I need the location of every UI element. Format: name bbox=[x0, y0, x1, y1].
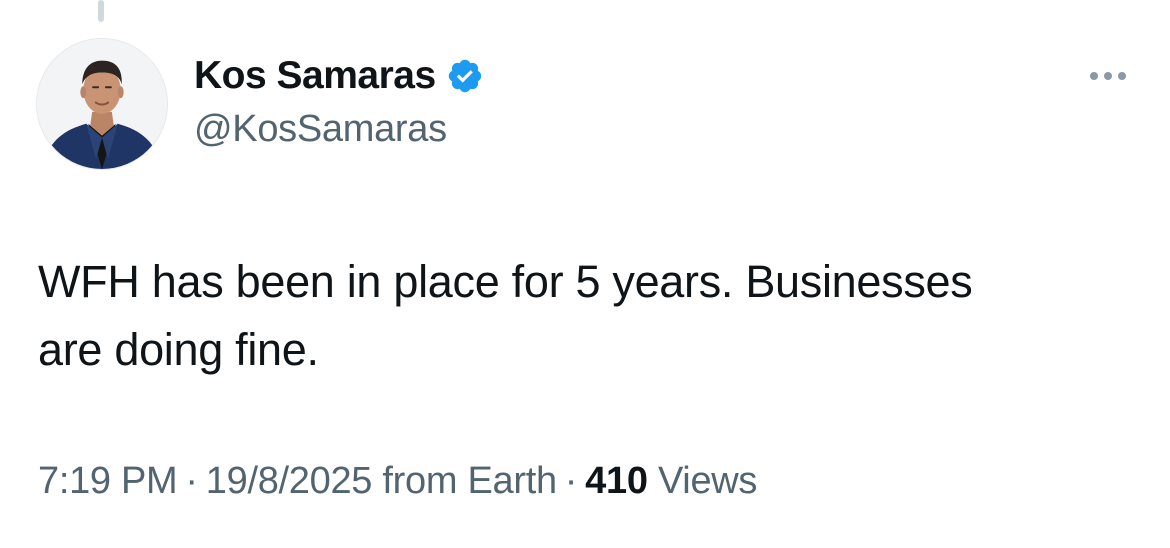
tweet-text-line-2: are doing fine. bbox=[38, 324, 319, 375]
tweet-date[interactable]: 19/8/2025 bbox=[206, 460, 373, 502]
more-options-icon-dot-2 bbox=[1104, 72, 1112, 80]
verified-badge-icon[interactable] bbox=[446, 57, 484, 95]
tweet-source: from Earth bbox=[382, 460, 557, 502]
author-handle[interactable]: @KosSamaras bbox=[194, 108, 447, 151]
avatar[interactable] bbox=[36, 38, 168, 170]
views-label[interactable]: Views bbox=[658, 460, 757, 502]
author-name-row: Kos Samaras bbox=[194, 52, 484, 100]
tweet-text-line-1: WFH has been in place for 5 years. Busin… bbox=[38, 256, 973, 307]
more-options-icon-dot-3 bbox=[1118, 72, 1126, 80]
more-options-icon-dot-1 bbox=[1090, 72, 1098, 80]
meta-separator: · bbox=[564, 460, 578, 502]
views-count[interactable]: 410 bbox=[585, 460, 648, 502]
more-options-button[interactable] bbox=[1080, 62, 1136, 90]
avatar-photo bbox=[37, 39, 167, 169]
tweet-time[interactable]: 7:19 PM bbox=[38, 460, 178, 502]
author-display-name[interactable]: Kos Samaras bbox=[194, 54, 436, 98]
tweet-text: WFH has been in place for 5 years. Busin… bbox=[38, 248, 1138, 384]
thread-connector-line bbox=[98, 0, 104, 22]
meta-separator: · bbox=[185, 460, 198, 502]
tweet-metadata: 7:19 PM · 19/8/2025 from Earth · 410 Views bbox=[38, 460, 757, 503]
